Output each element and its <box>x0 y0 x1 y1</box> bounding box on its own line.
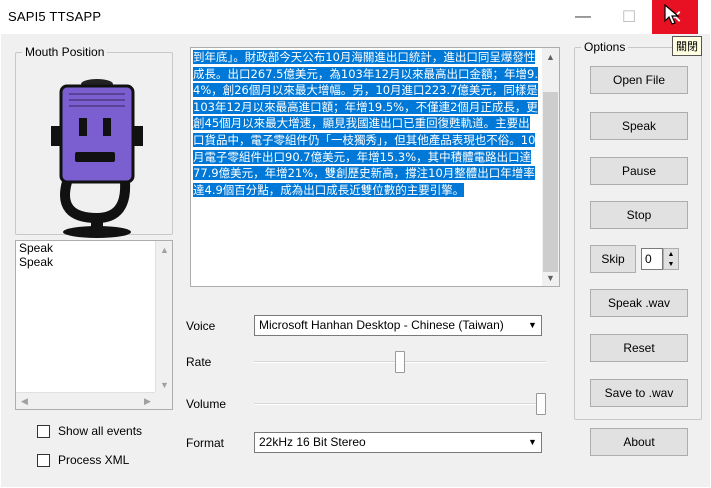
rate-label: Rate <box>186 355 212 369</box>
scroll-left-arrow-icon[interactable]: ◀ <box>16 393 33 410</box>
process-xml-label: Process XML <box>58 453 130 467</box>
pause-button[interactable]: Pause <box>590 157 688 185</box>
voice-select[interactable]: Microsoft Hanhan Desktop - Chinese (Taiw… <box>254 315 542 336</box>
options-legend: Options <box>584 40 626 54</box>
stop-button[interactable]: Stop <box>590 201 688 229</box>
selected-text: 到年底」。財政部今天公布10月海關進出口統計，進出口同呈爆發性成長。出口267.… <box>193 50 538 197</box>
format-select[interactable]: 22kHz 16 Bit Stereo ▼ <box>254 432 542 453</box>
voice-value: Microsoft Hanhan Desktop - Chinese (Taiw… <box>259 318 504 332</box>
title-bar: SAPI5 TTSAPP — ☐ ✕ <box>0 0 711 34</box>
minimize-button[interactable]: — <box>560 0 606 34</box>
events-horizontal-scrollbar[interactable]: ◀ ▶ <box>16 392 156 409</box>
window-title: SAPI5 TTSAPP <box>8 9 102 24</box>
events-listbox[interactable]: Speak Speak ▲ ▼ ◀ ▶ <box>15 240 173 410</box>
volume-slider[interactable] <box>254 389 546 419</box>
events-vertical-scrollbar[interactable]: ▲ ▼ <box>155 241 172 393</box>
scroll-thumb[interactable] <box>543 92 558 272</box>
maximize-button[interactable]: ☐ <box>606 0 652 34</box>
skip-spinner[interactable]: ▲ ▼ <box>663 248 679 270</box>
speech-text-content: 到年底」。財政部今天公布10月海關進出口統計，進出口同呈爆發性成長。出口267.… <box>193 49 538 198</box>
scroll-down-arrow-icon[interactable]: ▼ <box>156 376 173 393</box>
text-vertical-scrollbar[interactable]: ▲ ▼ <box>542 48 559 286</box>
about-button[interactable]: About <box>590 428 688 456</box>
checkbox-box[interactable] <box>37 424 50 438</box>
mouse-cursor-icon <box>664 4 680 25</box>
robot-microphone-icon <box>51 79 143 238</box>
open-file-button[interactable]: Open File <box>590 66 688 94</box>
rate-slider-thumb[interactable] <box>395 351 405 373</box>
dialog-client-area: Mouth Position Speak Speak ▲ ▼ ◀ ▶ Show … <box>1 34 710 487</box>
speech-text-area[interactable]: 到年底」。財政部今天公布10月海關進出口統計，進出口同呈爆發性成長。出口267.… <box>190 47 560 287</box>
options-group: Options <box>574 40 702 420</box>
list-item[interactable]: Speak <box>16 255 172 269</box>
scroll-up-arrow-icon[interactable]: ▲ <box>156 241 173 258</box>
voice-label: Voice <box>186 319 216 333</box>
speak-button[interactable]: Speak <box>590 112 688 140</box>
close-tooltip: 關閉 <box>672 36 702 56</box>
skip-button[interactable]: Skip <box>590 245 636 273</box>
chevron-down-icon[interactable]: ▼ <box>524 316 541 335</box>
format-label: Format <box>186 436 225 450</box>
volume-label: Volume <box>186 397 227 411</box>
show-all-events-label: Show all events <box>58 424 143 438</box>
format-value: 22kHz 16 Bit Stereo <box>259 435 366 449</box>
reset-button[interactable]: Reset <box>590 334 688 362</box>
spin-up-icon[interactable]: ▲ <box>664 249 678 259</box>
process-xml-checkbox[interactable]: Process XML <box>37 453 129 467</box>
spin-down-icon[interactable]: ▼ <box>664 259 678 269</box>
scroll-down-arrow-icon[interactable]: ▼ <box>542 269 559 286</box>
speak-wav-button[interactable]: Speak .wav <box>590 289 688 317</box>
slider-track <box>254 403 546 405</box>
volume-slider-thumb[interactable] <box>536 393 546 415</box>
save-to-wav-button[interactable]: Save to .wav <box>590 379 688 407</box>
scroll-up-arrow-icon[interactable]: ▲ <box>542 48 559 65</box>
mouth-position-legend: Mouth Position <box>25 45 105 59</box>
chevron-down-icon[interactable]: ▼ <box>524 433 541 452</box>
rate-slider[interactable] <box>254 347 546 377</box>
show-all-events-checkbox[interactable]: Show all events <box>37 424 142 438</box>
scroll-right-arrow-icon[interactable]: ▶ <box>139 393 156 410</box>
checkbox-box[interactable] <box>37 453 50 467</box>
list-item[interactable]: Speak <box>16 241 172 255</box>
skip-count-field[interactable]: 0 <box>641 248 663 270</box>
scrollbar-corner <box>155 392 172 409</box>
